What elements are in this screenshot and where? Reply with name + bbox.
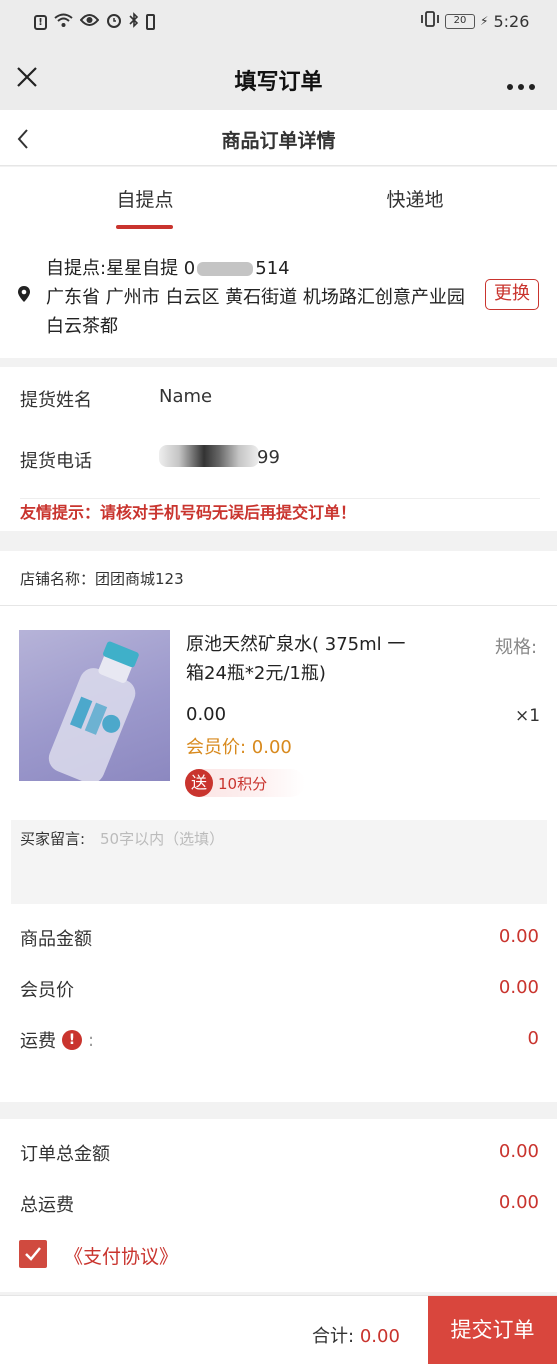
store-line: 店铺名称：团团商城123 [20, 568, 184, 589]
shipping-label: 运费 [20, 1031, 56, 1052]
total-shipping-label: 总运费 [20, 1195, 74, 1216]
member-price: 会员价: 0.00 [186, 737, 292, 758]
location-pin-icon [17, 285, 31, 307]
more-icon[interactable] [506, 76, 536, 95]
pickup-name-prefix: 自提点:星星自提 0 [46, 258, 196, 279]
phone-field[interactable]: 99 [159, 443, 539, 473]
product-quantity: ×1 [515, 706, 541, 726]
tab-express-label: 快递地 [386, 189, 444, 211]
payment-agreement-link[interactable]: 《支付协议》 [64, 1242, 178, 1269]
total-label: 合计: [312, 1326, 355, 1347]
battery-icon: 20 [445, 13, 475, 29]
total-value: 0.00 [359, 1326, 400, 1347]
tab-pickup[interactable]: 自提点 [100, 185, 190, 212]
price-summary: 商品金额 0.00 会员价 0.00 运费 ! : 0 [0, 906, 557, 1102]
pickup-phone-blur [197, 262, 254, 276]
window-title: 填写订单 [234, 70, 323, 95]
change-pickup-button[interactable]: 更换 [485, 279, 539, 310]
bluetooth-icon [129, 12, 139, 32]
agreement-checkbox[interactable] [19, 1240, 47, 1268]
alert-icon: ! [34, 14, 47, 30]
gift-badge: 送 [185, 769, 213, 797]
page-header: 商品订单详情 [0, 110, 557, 166]
vibrate-icon [420, 11, 440, 31]
pickup-name-line: 自提点:星星自提 0 514 [46, 254, 290, 280]
name-label: 提货姓名 [20, 390, 92, 411]
total-shipping-value: 0.00 [498, 1192, 539, 1213]
message-label: 买家留言: [20, 830, 86, 848]
phone-blur [159, 445, 259, 467]
totals-section: 订单总金额 0.00 总运费 0.00 《支付协议》 [0, 1119, 557, 1292]
shipping-row: 运费 ! : [20, 1027, 94, 1053]
info-icon[interactable]: ! [62, 1030, 82, 1050]
eye-icon [79, 13, 100, 31]
status-left-icons: ! [34, 12, 155, 32]
product-title: 原池天然矿泉水( 375ml 一箱24瓶*2元/1瓶) [186, 634, 406, 684]
status-time: 5:26 [493, 11, 530, 31]
product-spec-label: 规格: [495, 637, 538, 658]
bottom-bar: 合计: 0.00 提交订单 [0, 1295, 557, 1364]
member-price-value: 0.00 [498, 977, 539, 998]
tab-pickup-label: 自提点 [116, 189, 174, 211]
shipping-colon: : [88, 1029, 95, 1051]
total-line: 合计: 0.00 [312, 1322, 400, 1348]
charging-icon: ⚡ [480, 14, 489, 28]
tab-express[interactable]: 快递地 [370, 185, 460, 212]
tab-active-indicator [116, 225, 173, 229]
store-section: 店铺名称：团团商城123 原池天然矿泉水( 375ml 一箱24瓶*2元/1瓶)… [0, 551, 557, 906]
product-price: 0.00 [186, 704, 227, 725]
status-bar: ! 20 ⚡ 5:26 [0, 0, 557, 44]
shipping-value: 0 [527, 1028, 539, 1049]
page-title: 商品订单详情 [221, 130, 336, 152]
submit-order-button[interactable]: 提交订单 [428, 1296, 557, 1364]
store-label: 店铺名称： [20, 570, 96, 588]
notice-text: 友情提示：请核对手机号码无误后再提交订单！ [20, 498, 540, 523]
status-right: 20 ⚡ 5:26 [420, 11, 529, 31]
member-price-label: 会员价 [20, 980, 74, 1001]
gift-points: 10积分 [218, 775, 268, 793]
name-field[interactable]: Name [159, 386, 539, 407]
water-bottle-icon [48, 641, 139, 781]
gift-row: 送 10积分 [185, 769, 305, 797]
product-image[interactable] [19, 630, 170, 781]
pickup-address: 广东省 广州市 白云区 黄石街道 机场路汇创意产业园白云茶都 [46, 287, 465, 337]
goods-amount-label: 商品金额 [20, 929, 92, 950]
store-divider [0, 605, 557, 606]
order-total-value: 0.00 [498, 1141, 539, 1162]
pickup-name-suffix: 514 [255, 258, 290, 279]
wifi-icon [54, 13, 73, 32]
order-total-label: 订单总金额 [20, 1144, 110, 1165]
phone-label: 提货电话 [20, 451, 92, 472]
message-box[interactable]: 买家留言: 50字以内（选填） [11, 820, 547, 904]
alarm-icon [106, 12, 122, 32]
store-name: 团团商城123 [95, 570, 184, 588]
goods-amount-value: 0.00 [498, 926, 539, 947]
delivery-section: 自提点 快递地 自提点:星星自提 0 514 广东省 广州市 白云区 黄石街道 机… [0, 167, 557, 358]
window-title-bar: 填写订单 [0, 44, 557, 110]
battery-saver-icon [146, 14, 155, 30]
pickup-form: 提货姓名 Name 提货电话 99 友情提示：请核对手机号码无误后再提交订单！ [0, 367, 557, 531]
phone-suffix: 99 [257, 447, 280, 468]
check-icon [25, 1247, 41, 1261]
message-placeholder: 50字以内（选填） [100, 830, 225, 848]
